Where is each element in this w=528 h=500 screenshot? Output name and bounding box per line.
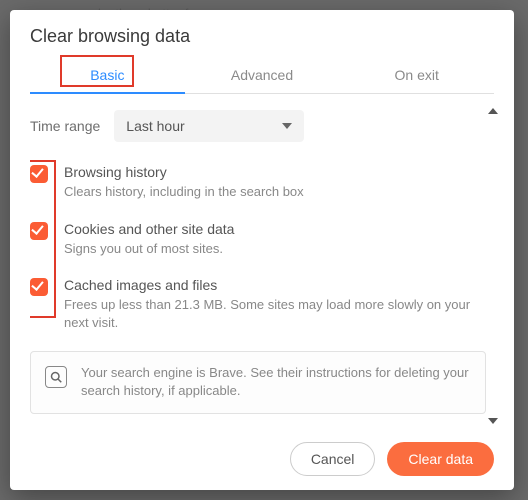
clear-browsing-data-dialog: Clear browsing data Basic Advanced On ex… [10,10,514,490]
option-cached: Cached images and files Frees up less th… [30,277,486,331]
option-browsing-history: Browsing history Clears history, includi… [30,164,486,201]
option-title: Cookies and other site data [64,221,234,237]
tab-advanced[interactable]: Advanced [185,59,340,93]
dialog-footer: Cancel Clear data [30,430,494,476]
scroll-up-icon[interactable] [488,108,498,114]
checkbox-cached[interactable] [30,278,48,296]
search-engine-info: Your search engine is Brave. See their i… [30,351,486,413]
tab-on-exit[interactable]: On exit [339,59,494,93]
checkbox-cookies[interactable] [30,222,48,240]
option-cookies: Cookies and other site data Signs you ou… [30,221,486,258]
dialog-tabs: Basic Advanced On exit [30,59,494,94]
checkbox-group: Browsing history Clears history, includi… [30,164,486,331]
info-text: Your search engine is Brave. See their i… [81,364,471,400]
clear-data-button[interactable]: Clear data [387,442,494,476]
option-title: Browsing history [64,164,304,180]
option-title: Cached images and files [64,277,486,293]
time-range-value: Last hour [126,118,184,134]
cancel-button[interactable]: Cancel [290,442,376,476]
checkbox-browsing-history[interactable] [30,165,48,183]
time-range-select[interactable]: Last hour [114,110,304,142]
scroll-down-icon[interactable] [488,418,498,424]
dialog-content: Time range Last hour Browsing history Cl… [30,94,494,430]
time-range-label: Time range [30,118,100,134]
option-desc: Signs you out of most sites. [64,240,234,258]
option-desc: Frees up less than 21.3 MB. Some sites m… [64,296,486,331]
option-desc: Clears history, including in the search … [64,183,304,201]
time-range-row: Time range Last hour [30,110,486,142]
tab-basic[interactable]: Basic [30,59,185,93]
chevron-down-icon [282,123,292,129]
search-icon [45,366,67,388]
dialog-title: Clear browsing data [30,26,494,47]
